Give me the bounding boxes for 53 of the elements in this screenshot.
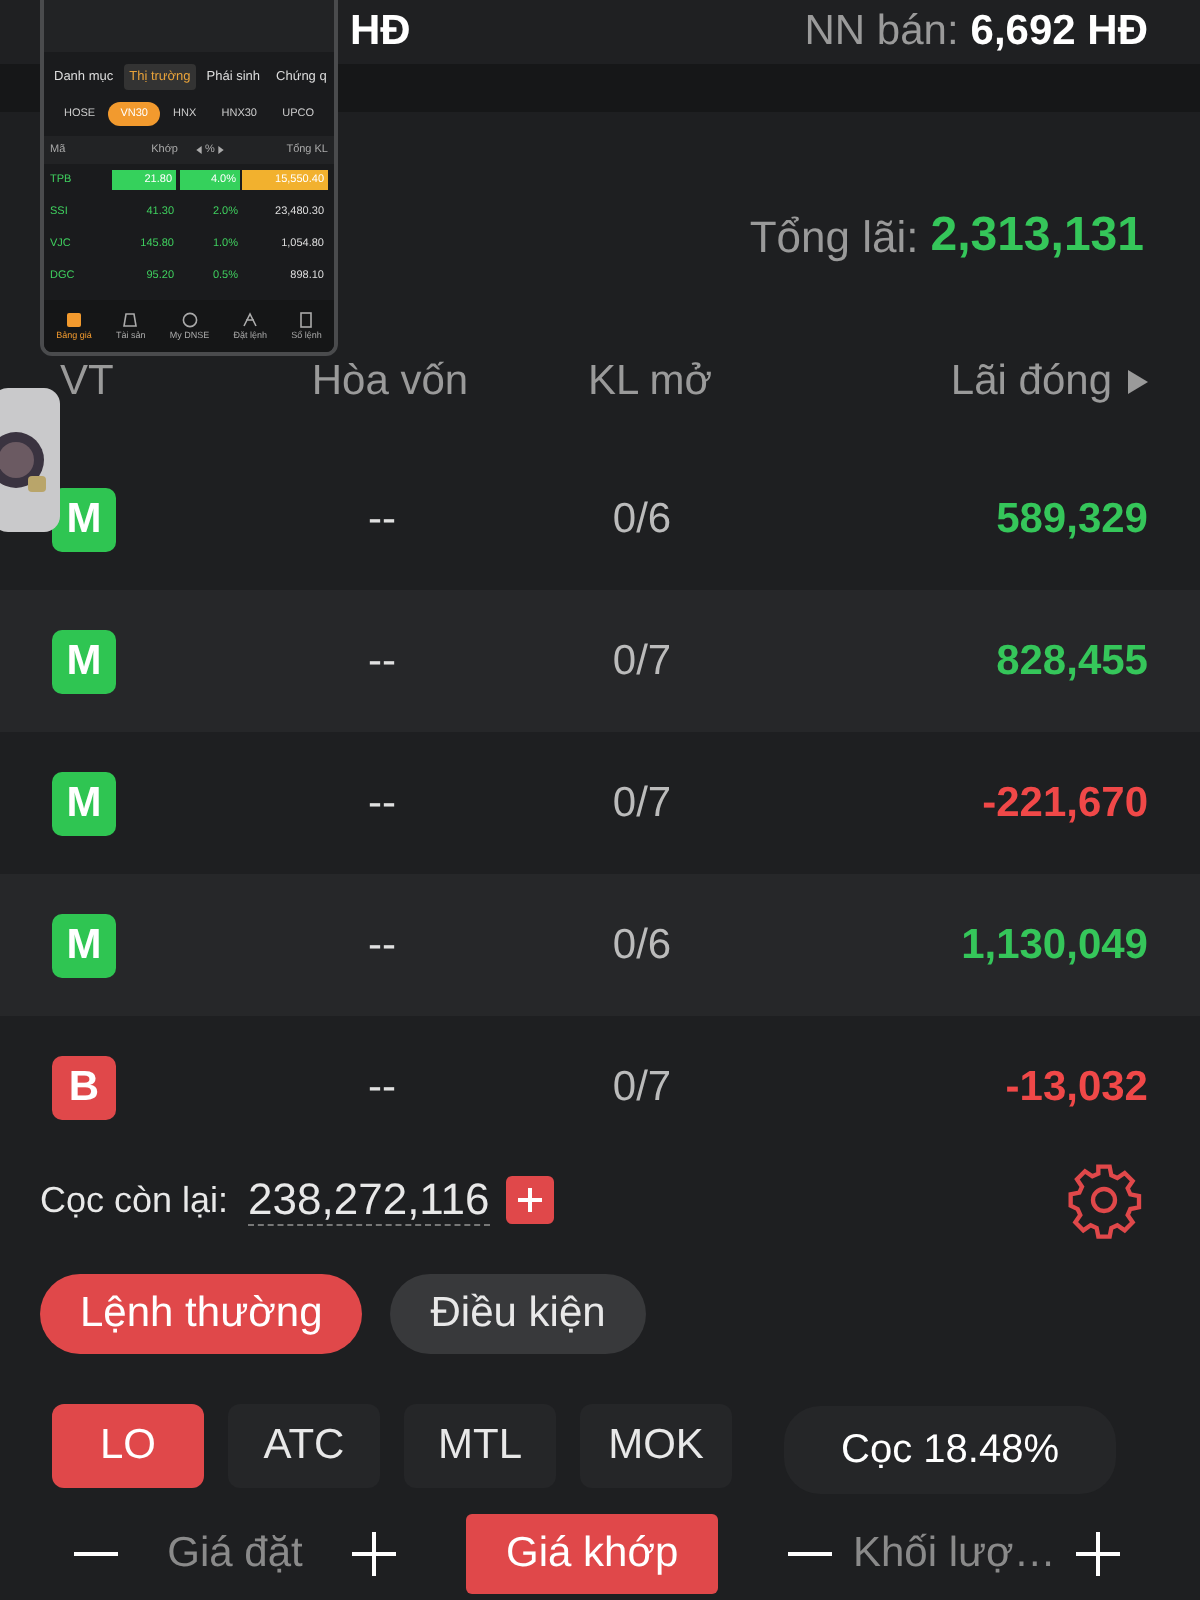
position-badge: M bbox=[52, 487, 116, 551]
position-badge: M bbox=[52, 913, 116, 977]
match-price-button[interactable]: Giá khớp bbox=[466, 1514, 719, 1594]
table-cell-text: 0/6 bbox=[610, 495, 674, 543]
table-cell-text: 828,455 bbox=[994, 637, 1148, 685]
total-profit-label: Tổng lãi: bbox=[749, 212, 919, 264]
deposit-value: 238,272,116 bbox=[248, 1175, 490, 1225]
app-preview-window[interactable] bbox=[40, 0, 338, 356]
table-cell-text: -- bbox=[366, 779, 398, 827]
table-cell-text: -- bbox=[366, 637, 398, 685]
plus-icon bbox=[515, 1186, 544, 1214]
order-type-button[interactable]: MOK bbox=[580, 1404, 732, 1488]
table-cell-text: -- bbox=[366, 921, 398, 969]
price-field[interactable]: Giá đặt bbox=[120, 1518, 350, 1590]
position-badge: B bbox=[52, 1055, 116, 1119]
right-arrow-icon[interactable] bbox=[218, 146, 225, 154]
play-icon[interactable] bbox=[1128, 370, 1148, 394]
table-cell-text: 0/6 bbox=[610, 921, 674, 969]
unit-label: HĐ bbox=[350, 8, 411, 56]
table-cell-text: 1,130,049 bbox=[959, 921, 1148, 969]
settings-icon[interactable] bbox=[1064, 1160, 1144, 1240]
order-type-button[interactable]: LO bbox=[52, 1404, 204, 1488]
total-profit-value: 2,313,131 bbox=[930, 208, 1144, 264]
column-header: KL mở bbox=[585, 358, 714, 406]
column-header[interactable]: Lãi đóng bbox=[950, 358, 1112, 406]
order-type-button[interactable]: MTL bbox=[404, 1404, 556, 1488]
circle-icon[interactable] bbox=[181, 312, 198, 328]
position-badge: M bbox=[52, 629, 116, 693]
column-header: Hòa vốn bbox=[309, 358, 471, 406]
position-badge: M bbox=[52, 771, 116, 835]
avatar-icon[interactable] bbox=[0, 388, 60, 532]
margin-rate-label: Cọc 18.48% bbox=[784, 1406, 1116, 1494]
left-arrow-icon[interactable] bbox=[195, 146, 202, 154]
add-button[interactable] bbox=[505, 1176, 554, 1224]
table-cell-text: 0/7 bbox=[610, 1063, 674, 1111]
table-cell-text: -13,032 bbox=[1003, 1063, 1148, 1111]
plus-icon[interactable] bbox=[350, 1530, 398, 1578]
volume-field[interactable]: Khối lượ… bbox=[834, 1518, 1075, 1590]
table-cell-text: -221,670 bbox=[980, 779, 1148, 827]
foreign-sell-value: 6,692 HĐ bbox=[970, 8, 1148, 56]
document-icon[interactable] bbox=[298, 312, 315, 328]
order-type-button[interactable]: ATC bbox=[228, 1404, 380, 1488]
order-tab[interactable]: Điều kiện bbox=[390, 1274, 646, 1354]
table-cell-text: -- bbox=[366, 495, 398, 543]
order-tab[interactable]: Lệnh thường bbox=[40, 1274, 363, 1354]
deposit-label: Cọc còn lại: bbox=[40, 1179, 229, 1221]
table-cell-text: -- bbox=[366, 1063, 398, 1111]
foreign-sell-label: NN bán: bbox=[804, 8, 959, 56]
table-cell-text: 589,329 bbox=[994, 495, 1148, 543]
table-cell-text: 0/7 bbox=[610, 779, 674, 827]
table-cell-text: 0/7 bbox=[610, 637, 674, 685]
plus-icon[interactable] bbox=[1074, 1530, 1123, 1578]
column-header: VT bbox=[60, 358, 116, 406]
